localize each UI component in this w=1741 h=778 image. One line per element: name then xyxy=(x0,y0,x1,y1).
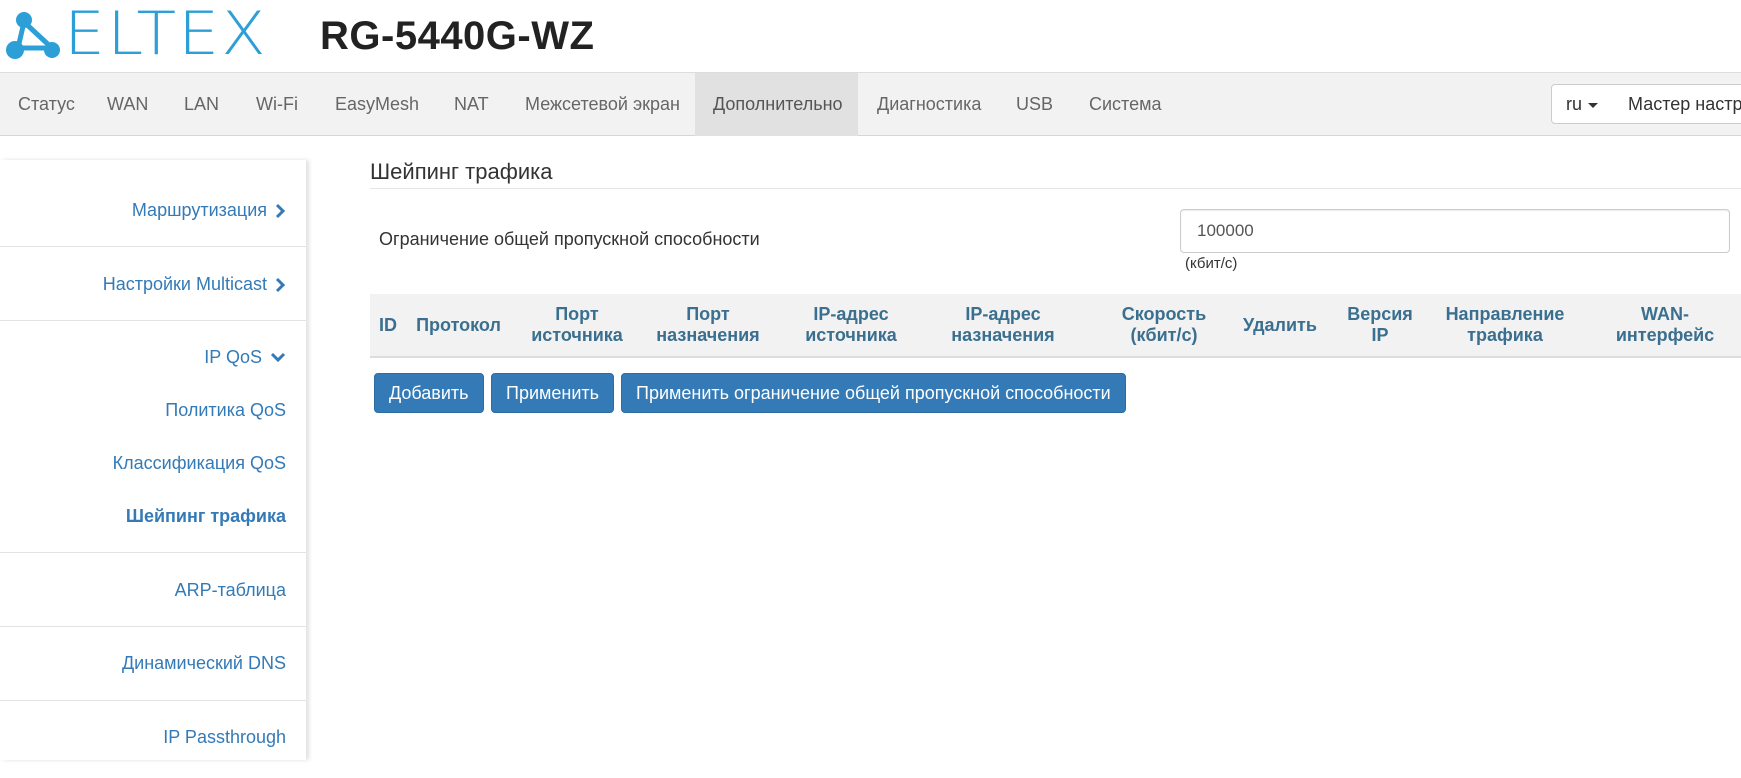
apply-button[interactable]: Применить xyxy=(491,373,615,413)
device-model-title: RG-5440G-WZ xyxy=(320,14,595,58)
nav-item-firewall[interactable]: Межсетевой экран xyxy=(507,73,698,136)
molecule-logo-icon xyxy=(6,12,60,59)
title-divider xyxy=(370,188,1741,189)
sidebar-divider xyxy=(0,700,306,701)
chevron-down-icon xyxy=(270,352,286,363)
column-header-delete: Удалить xyxy=(1243,314,1317,335)
column-header-destination-ip: IP-адрес назначения xyxy=(951,304,1055,345)
sidebar-item-qos-classification[interactable]: Классификация QoS xyxy=(113,453,286,474)
nav-item-lan[interactable]: LAN xyxy=(166,73,237,136)
sidebar-item-dynamic-dns[interactable]: Динамический DNS xyxy=(122,653,286,674)
sidebar-item-label: IP QoS xyxy=(204,347,262,367)
sidebar: Маршрутизация Настройки Multicast IP QoS… xyxy=(0,160,306,760)
add-rule-button[interactable]: Добавить xyxy=(374,373,484,413)
sidebar-divider xyxy=(0,552,306,553)
bandwidth-limit-input[interactable] xyxy=(1180,209,1730,253)
caret-down-icon xyxy=(1588,102,1598,108)
sidebar-item-multicast[interactable]: Настройки Multicast xyxy=(103,274,286,295)
logo-wordmark: ELTEX xyxy=(64,0,268,69)
column-header-id: ID xyxy=(379,314,397,335)
nav-item-usb[interactable]: USB xyxy=(998,73,1071,136)
nav-item-easymesh[interactable]: EasyMesh xyxy=(317,73,437,136)
sidebar-item-label: ARP-таблица xyxy=(174,580,286,600)
nav-item-wifi[interactable]: Wi-Fi xyxy=(238,73,316,136)
sidebar-item-label: Маршрутизация xyxy=(131,200,267,220)
nav-item-nat[interactable]: NAT xyxy=(436,73,507,136)
chevron-right-icon xyxy=(275,277,286,292)
column-header-speed: Скорость (кбит/с) xyxy=(1121,304,1207,345)
nav-item-diagnostics[interactable]: Диагностика xyxy=(859,73,999,136)
column-header-source-port: Порт источника xyxy=(531,304,623,345)
language-dropdown[interactable]: ru xyxy=(1551,84,1613,124)
page-title: Шейпинг трафика xyxy=(370,159,553,184)
column-header-wan-interface: WAN-интерфейс xyxy=(1615,304,1715,345)
sidebar-item-label: Динамический DNS xyxy=(121,653,286,673)
nav-item-wan[interactable]: WAN xyxy=(89,73,166,136)
sidebar-item-label: Политика QoS xyxy=(165,400,286,420)
eltex-logo[interactable]: ELTEX xyxy=(4,4,266,64)
column-header-protocol: Протокол xyxy=(416,314,501,335)
bandwidth-limit-unit: (кбит/с) xyxy=(1185,255,1238,272)
bandwidth-limit-label: Ограничение общей пропускной способности xyxy=(379,229,760,249)
sidebar-item-qos-policy[interactable]: Политика QoS xyxy=(165,400,286,421)
nav-item-status[interactable]: Статус xyxy=(0,73,93,136)
sidebar-item-label: Настройки Multicast xyxy=(102,274,267,294)
sidebar-item-label: IP Passthrough xyxy=(163,727,286,747)
column-header-source-ip: IP-адрес источника xyxy=(805,304,897,345)
sidebar-item-ip-passthrough[interactable]: IP Passthrough xyxy=(163,727,286,748)
apply-bandwidth-limit-button[interactable]: Применить ограничение общей пропускной с… xyxy=(621,373,1126,413)
header: ELTEX RG-5440G-WZ xyxy=(0,0,1741,72)
chevron-right-icon xyxy=(275,203,286,218)
sidebar-item-arp-table[interactable]: ARP-таблица xyxy=(175,580,286,601)
top-navbar: Статус WAN LAN Wi-Fi EasyMesh NAT Межсет… xyxy=(0,72,1741,136)
column-header-ip-version: Версия IP xyxy=(1347,304,1413,345)
sidebar-item-label: Шейпинг трафика xyxy=(125,506,286,526)
setup-wizard-button[interactable]: Мастер настройки xyxy=(1612,84,1741,124)
nav-item-system[interactable]: Система xyxy=(1071,73,1180,136)
sidebar-item-label: Классификация QoS xyxy=(112,453,286,473)
sidebar-divider xyxy=(0,320,306,321)
nav-item-advanced[interactable]: Дополнительно xyxy=(695,73,858,136)
shaping-rules-table-header: ID Протокол Порт источника Порт назначен… xyxy=(370,294,1741,358)
column-header-traffic-direction: Направление трафика xyxy=(1445,304,1565,345)
language-value: ru xyxy=(1565,93,1582,114)
sidebar-divider xyxy=(0,246,306,247)
column-header-destination-port: Порт назначения xyxy=(656,304,760,345)
sidebar-item-ip-qos[interactable]: IP QoS xyxy=(204,347,286,368)
sidebar-item-traffic-shaping[interactable]: Шейпинг трафика xyxy=(126,506,286,527)
sidebar-divider xyxy=(0,626,306,627)
sidebar-item-routing[interactable]: Маршрутизация xyxy=(132,200,286,221)
